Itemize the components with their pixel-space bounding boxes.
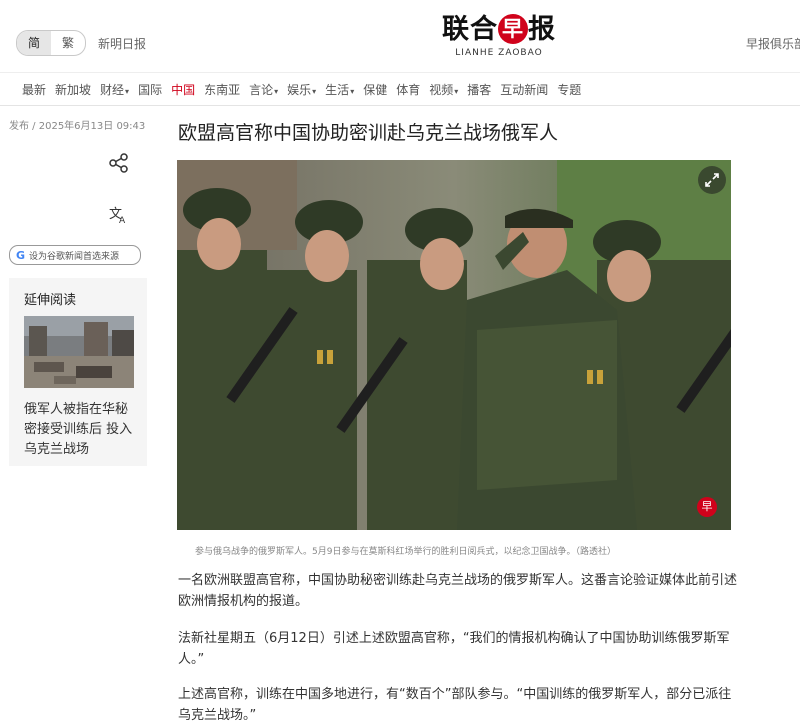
nav-item-label: 东南亚: [204, 82, 241, 97]
expand-photo-button[interactable]: [698, 166, 726, 194]
logo-cn-right: 报: [528, 14, 556, 45]
nav-item[interactable]: 最新: [22, 81, 46, 98]
article-paragraph-3: 上述高官称，训练在中国多地进行，有“数百个”部队参与。“中国训练的俄罗斯军人，部…: [178, 687, 732, 723]
expand-icon: [705, 173, 719, 187]
article-photo[interactable]: [177, 160, 731, 530]
nav-item-label: 娱乐: [287, 82, 312, 97]
nav-item-label: 国际: [138, 82, 163, 97]
logo-english: LIANHE ZAOBAO: [455, 48, 543, 58]
photo-caption: 参与俄乌战争的俄罗斯军人。5月9日参与在莫斯科红场举行的胜利日阅兵式，以纪念卫国…: [195, 547, 616, 557]
nav-list: 最新 新加坡 财经▾ 国际 中国 东南亚 言论▾ 娱乐▾ 生活▾ 保健 体育 视频▾ 播客 互动新闻 专题: [0, 73, 800, 105]
nav-item[interactable]: 言论▾: [249, 81, 278, 98]
site-logo[interactable]: 联合早报 LIANHE ZAOBAO: [414, 14, 584, 64]
nav-item-label: 言论: [249, 82, 274, 97]
script-toggle[interactable]: 简 繁: [16, 30, 86, 56]
nav-item[interactable]: 东南亚: [204, 81, 240, 98]
logo-cn-left: 联合: [442, 14, 498, 45]
nav-item-label: 中国: [171, 82, 196, 97]
logo-chinese: 联合早报: [414, 14, 584, 46]
svg-text:A: A: [119, 216, 126, 225]
article-headline: 欧盟高官称中国协助密训赴乌克兰战场俄军人: [178, 122, 559, 144]
chevron-down-icon: ▾: [125, 86, 130, 96]
nav-item[interactable]: 视频▾: [429, 81, 458, 98]
nav-item[interactable]: 互动新闻: [500, 81, 548, 98]
nav-item[interactable]: 财经▾: [100, 81, 129, 98]
nav-item[interactable]: 保健: [363, 81, 387, 98]
nav-item[interactable]: 生活▾: [325, 81, 354, 98]
share-icon[interactable]: [108, 152, 130, 174]
nav-item-label: 互动新闻: [500, 82, 549, 97]
nav-item-label: 保健: [363, 82, 388, 97]
publish-date: 发布 / 2025年6月13日 09:43: [9, 121, 146, 132]
nav-item[interactable]: 娱乐▾: [287, 81, 316, 98]
article-paragraph-2: 法新社星期五（6月12日）引述上述欧盟高官称，“我们的情报机构确认了中国协助训练…: [178, 631, 730, 667]
simplified-toggle[interactable]: 简: [17, 31, 51, 55]
nav-item-label: 财经: [100, 82, 125, 97]
nav-item-label: 生活: [325, 82, 350, 97]
related-reading-title: 延伸阅读: [24, 293, 77, 308]
related-article-thumbnail[interactable]: [24, 316, 134, 388]
xinming-link[interactable]: 新明日报: [98, 35, 146, 52]
nav-item[interactable]: 中国: [171, 81, 195, 98]
nav-item-label: 体育: [396, 82, 421, 97]
nav-item[interactable]: 新加坡: [55, 81, 91, 98]
translate-icon[interactable]: 文 A: [108, 203, 130, 226]
chevron-down-icon: ▾: [312, 86, 317, 96]
chevron-down-icon: ▾: [350, 86, 355, 96]
nav-item-label: 新加坡: [55, 82, 92, 97]
related-article-link[interactable]: 俄军人被指在华秘密接受训练后 投入乌克兰战场: [24, 400, 140, 460]
nav-item[interactable]: 播客: [467, 81, 491, 98]
nav-item[interactable]: 体育: [396, 81, 420, 98]
nav-item[interactable]: 专题: [557, 81, 581, 98]
club-link[interactable]: 早报俱乐部: [746, 35, 800, 52]
google-icon: G: [16, 248, 26, 262]
zaobao-watermark: 早: [697, 497, 717, 517]
traditional-toggle[interactable]: 繁: [51, 31, 85, 55]
nav-item-label: 播客: [467, 82, 492, 97]
logo-cn-mark: 早: [498, 14, 528, 44]
chevron-down-icon: ▾: [274, 86, 279, 96]
nav-item-label: 最新: [22, 82, 47, 97]
chevron-down-icon: ▾: [454, 86, 459, 96]
article-paragraph-1: 一名欧洲联盟高官称，中国协助秘密训练赴乌克兰战场的俄罗斯军人。这番言论验证媒体此…: [178, 573, 738, 609]
nav-item-label: 专题: [557, 82, 582, 97]
google-pill-label: 设为谷歌新闻首选来源: [29, 251, 120, 262]
main-nav: 最新 新加坡 财经▾ 国际 中国 东南亚 言论▾ 娱乐▾ 生活▾ 保健 体育 视频▾ 播客 互动新闻 专题: [0, 72, 800, 106]
nav-item-label: 视频: [429, 82, 454, 97]
google-preferred-source-button[interactable]: G 设为谷歌新闻首选来源: [9, 245, 141, 265]
nav-item[interactable]: 国际: [138, 81, 162, 98]
